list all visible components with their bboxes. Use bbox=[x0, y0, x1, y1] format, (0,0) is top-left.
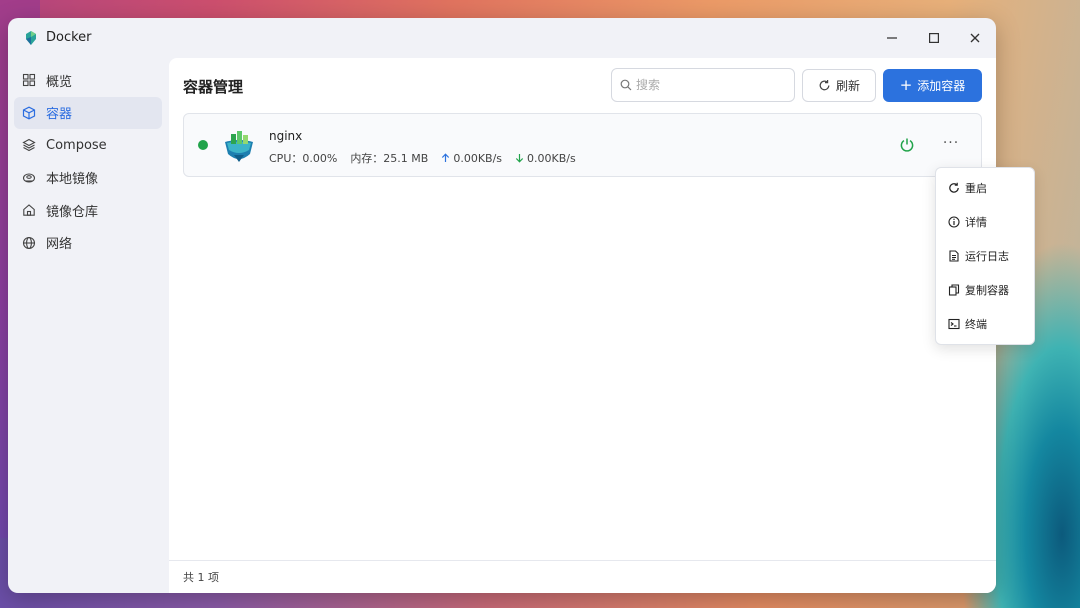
menu-item-terminal[interactable]: 终端 bbox=[936, 307, 1034, 341]
refresh-icon bbox=[819, 80, 830, 91]
refresh-button[interactable]: 刷新 bbox=[802, 69, 876, 102]
nginx-app-icon bbox=[225, 131, 253, 162]
more-actions-button[interactable]: ··· bbox=[942, 136, 960, 154]
menu-item-restart[interactable]: 重启 bbox=[936, 171, 1034, 205]
menu-item-logs[interactable]: 运行日志 bbox=[936, 239, 1034, 273]
log-icon bbox=[949, 250, 959, 262]
memory-usage: 内存：25.1 MB bbox=[350, 152, 429, 165]
plus-icon: + bbox=[899, 76, 913, 94]
upload-rate: 0.00KB/s bbox=[441, 152, 502, 165]
terminal-icon bbox=[948, 318, 960, 330]
minimize-button[interactable] bbox=[882, 28, 902, 48]
container-name: nginx bbox=[269, 129, 303, 143]
sidebar-item-label: 概览 bbox=[46, 74, 73, 90]
main-panel: 容器管理 刷新 + 添加容器 nginx CPU：0 bbox=[169, 58, 996, 593]
restart-icon bbox=[949, 182, 959, 193]
sidebar-item-label: 容器 bbox=[46, 107, 73, 122]
search-input[interactable] bbox=[636, 78, 786, 92]
copy-icon bbox=[948, 284, 960, 296]
disk-icon bbox=[22, 171, 36, 185]
container-card[interactable]: nginx CPU：0.00% 内存：25.1 MB 0.00KB/s 0.00… bbox=[183, 113, 982, 177]
sidebar-item-local-images[interactable]: 本地镜像 bbox=[14, 162, 162, 194]
menu-item-label: 运行日志 bbox=[965, 250, 1009, 263]
minimize-icon bbox=[887, 37, 897, 39]
sidebar: 概览 容器 Compose 本地镜像 镜像仓库 网络 bbox=[8, 64, 168, 259]
sidebar-item-compose[interactable]: Compose bbox=[14, 129, 162, 161]
context-menu: 重启 详情 运行日志 复制容器 终端 bbox=[935, 167, 1035, 345]
menu-item-label: 详情 bbox=[965, 216, 987, 229]
running-status-dot bbox=[198, 140, 208, 150]
menu-item-label: 复制容器 bbox=[965, 284, 1009, 297]
add-container-button[interactable]: + 添加容器 bbox=[883, 69, 982, 102]
menu-item-label: 终端 bbox=[965, 318, 987, 331]
sidebar-item-label: 本地镜像 bbox=[46, 172, 99, 187]
layers-icon bbox=[22, 138, 36, 152]
search-box[interactable] bbox=[611, 68, 795, 102]
container-stats: CPU：0.00% 内存：25.1 MB 0.00KB/s 0.00KB/s bbox=[269, 150, 576, 166]
menu-item-label: 重启 bbox=[965, 182, 987, 195]
grid-icon bbox=[22, 73, 36, 87]
menu-item-duplicate[interactable]: 复制容器 bbox=[936, 273, 1034, 307]
maximize-button[interactable] bbox=[924, 28, 944, 48]
item-count: 共 1 项 bbox=[183, 571, 219, 584]
footer-bar: 共 1 项 bbox=[169, 560, 996, 593]
title-bar: Docker bbox=[8, 18, 996, 58]
docker-window: Docker 概览 容器 Compose 本地镜像 镜像仓库 网络 容器管理 搜… bbox=[8, 18, 996, 593]
docker-app-icon bbox=[26, 31, 36, 45]
add-container-label: 添加容器 bbox=[917, 79, 966, 93]
power-icon[interactable] bbox=[899, 137, 915, 153]
download-rate-value: 0.00KB/s bbox=[527, 151, 576, 165]
close-button[interactable] bbox=[965, 28, 985, 48]
arrow-down-icon bbox=[515, 153, 524, 163]
close-icon bbox=[970, 33, 980, 43]
info-icon bbox=[948, 216, 960, 228]
cpu-usage: CPU：0.00% bbox=[269, 152, 338, 165]
upload-rate-value: 0.00KB/s bbox=[453, 151, 503, 165]
sidebar-item-registry[interactable]: 镜像仓库 bbox=[14, 194, 162, 226]
refresh-label: 刷新 bbox=[835, 79, 860, 93]
sidebar-item-label: 镜像仓库 bbox=[46, 204, 99, 220]
home-icon bbox=[22, 203, 36, 217]
sidebar-item-network[interactable]: 网络 bbox=[14, 227, 162, 259]
globe-icon bbox=[22, 236, 36, 250]
sidebar-item-label: Compose bbox=[46, 137, 107, 153]
search-icon bbox=[620, 79, 632, 91]
maximize-icon bbox=[929, 33, 939, 43]
arrow-up-icon bbox=[442, 152, 450, 162]
page-title: 容器管理 bbox=[183, 78, 244, 96]
sidebar-item-label: 网络 bbox=[46, 237, 73, 252]
sidebar-item-overview[interactable]: 概览 bbox=[14, 64, 162, 96]
menu-item-details[interactable]: 详情 bbox=[936, 205, 1034, 239]
cube-icon bbox=[22, 106, 36, 120]
download-rate: 0.00KB/s bbox=[515, 152, 576, 165]
window-title: Docker bbox=[46, 30, 92, 45]
sidebar-item-containers[interactable]: 容器 bbox=[14, 96, 162, 129]
